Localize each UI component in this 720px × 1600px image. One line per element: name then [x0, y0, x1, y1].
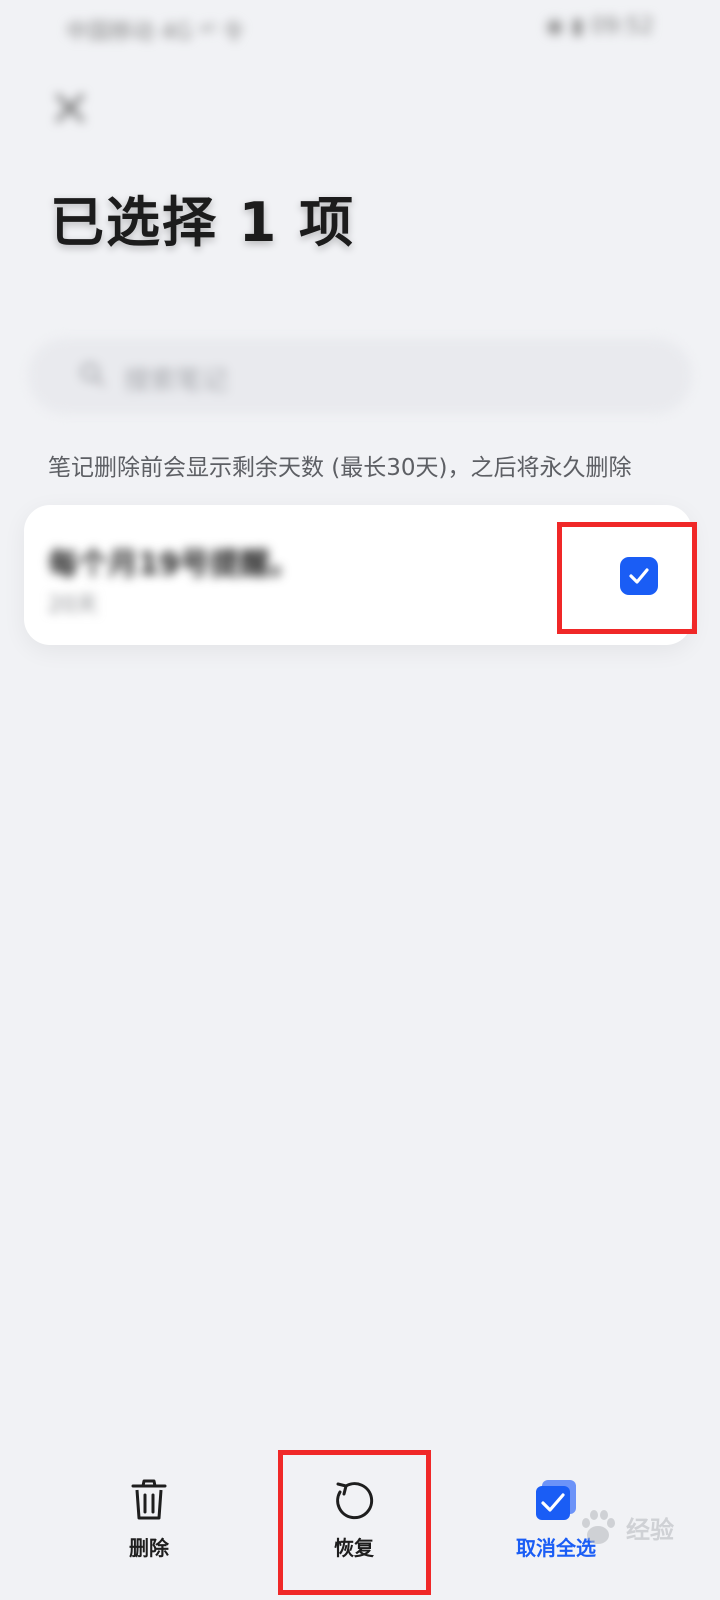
delete-label: 删除	[129, 1536, 169, 1560]
trash-icon	[131, 1479, 167, 1520]
delete-button[interactable]: 删除	[49, 1460, 249, 1580]
baidu-watermark: 经验	[574, 1492, 714, 1562]
highlight-box-checkbox	[557, 522, 697, 634]
baidu-paw-logo	[582, 1510, 615, 1544]
search-icon	[80, 362, 105, 387]
search-placeholder: 搜索笔记	[124, 366, 229, 396]
close-button[interactable]	[46, 84, 94, 132]
info-text: 笔记删除前会显示剩余天数 (最长30天)，之后将永久删除	[48, 455, 632, 481]
note-title: 每个月19号提醒。	[48, 547, 300, 582]
note-subtitle: 20天	[48, 593, 98, 618]
status-bar: 中国移动 4G ᵃˡˡ 令 ◉ ▮ 09:52	[0, 0, 720, 58]
close-icon	[56, 94, 84, 122]
page-title: 已选择 1 项	[50, 191, 356, 254]
status-time: ◉ ▮ 09:52	[545, 14, 654, 39]
search-bar[interactable]: 搜索笔记	[28, 338, 692, 414]
select-all-icon	[536, 1480, 576, 1520]
status-carrier: 中国移动 4G ᵃˡˡ 令	[66, 20, 244, 45]
highlight-box-restore	[278, 1450, 431, 1595]
watermark-text: 经验	[626, 1515, 674, 1544]
